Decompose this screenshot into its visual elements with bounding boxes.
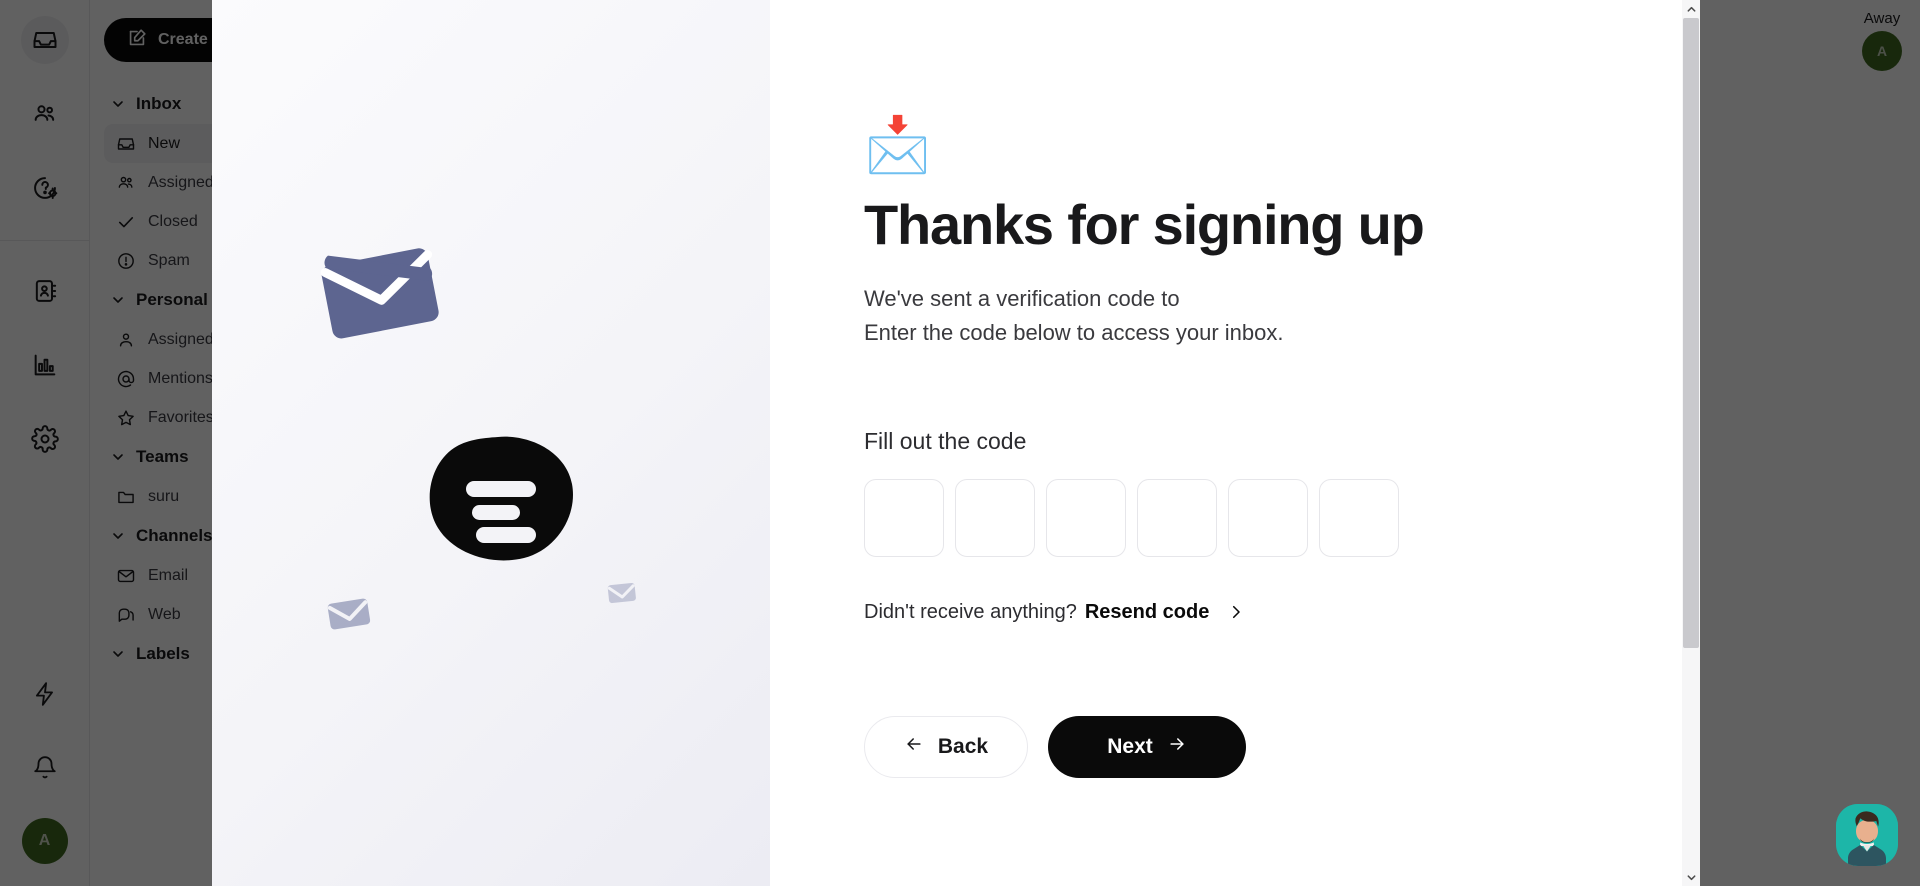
scroll-down-icon[interactable] bbox=[1682, 868, 1700, 886]
code-digit-4[interactable] bbox=[1137, 478, 1217, 557]
support-chat-widget[interactable] bbox=[1836, 804, 1898, 866]
back-button-label: Back bbox=[937, 734, 989, 758]
incoming-envelope-icon: 📩 bbox=[864, 115, 932, 175]
screen-root: A Create Inbox bbox=[0, 0, 1920, 886]
chevron-right-icon[interactable] bbox=[1227, 603, 1245, 621]
page-title: Thanks for signing up bbox=[864, 193, 1425, 256]
small-envelope-illustration-right bbox=[606, 579, 639, 611]
resend-code-link[interactable]: Resend code bbox=[1085, 601, 1209, 624]
code-section-label: Fill out the code bbox=[864, 427, 1027, 454]
code-digit-3[interactable] bbox=[1046, 478, 1126, 557]
scrollbar-track[interactable] bbox=[1682, 18, 1700, 868]
verification-code-inputs bbox=[864, 478, 1570, 557]
small-envelope-illustration-left bbox=[324, 592, 374, 637]
form-actions: Back Next bbox=[864, 715, 1570, 778]
signup-verification-modal: 📩 Thanks for signing up We've sent a ver… bbox=[212, 0, 1700, 886]
code-digit-5[interactable] bbox=[1228, 478, 1308, 557]
subtitle: We've sent a verification code to Enter … bbox=[864, 282, 1570, 350]
illustration-panel bbox=[212, 0, 770, 886]
scroll-up-icon[interactable] bbox=[1682, 0, 1700, 18]
next-button[interactable]: Next bbox=[1048, 715, 1246, 778]
large-envelope-illustration bbox=[313, 228, 452, 358]
modal-scrollbar[interactable] bbox=[1682, 0, 1700, 886]
scrollbar-thumb[interactable] bbox=[1683, 18, 1699, 648]
subtitle-line-1: We've sent a verification code to bbox=[864, 285, 1180, 311]
next-button-label: Next bbox=[1107, 734, 1153, 758]
arrow-right-icon bbox=[1167, 734, 1187, 760]
code-digit-6[interactable] bbox=[1319, 478, 1399, 557]
message-blob-illustration bbox=[424, 434, 576, 567]
arrow-left-icon bbox=[904, 734, 924, 760]
code-digit-2[interactable] bbox=[955, 478, 1035, 557]
code-digit-1[interactable] bbox=[864, 478, 944, 557]
resend-prompt: Didn't receive anything? bbox=[864, 600, 1077, 623]
resend-row: Didn't receive anything? Resend code bbox=[864, 601, 1570, 624]
subtitle-line-2: Enter the code below to access your inbo… bbox=[864, 319, 1284, 345]
verification-form-panel: 📩 Thanks for signing up We've sent a ver… bbox=[770, 0, 1700, 886]
back-button[interactable]: Back bbox=[864, 715, 1028, 778]
